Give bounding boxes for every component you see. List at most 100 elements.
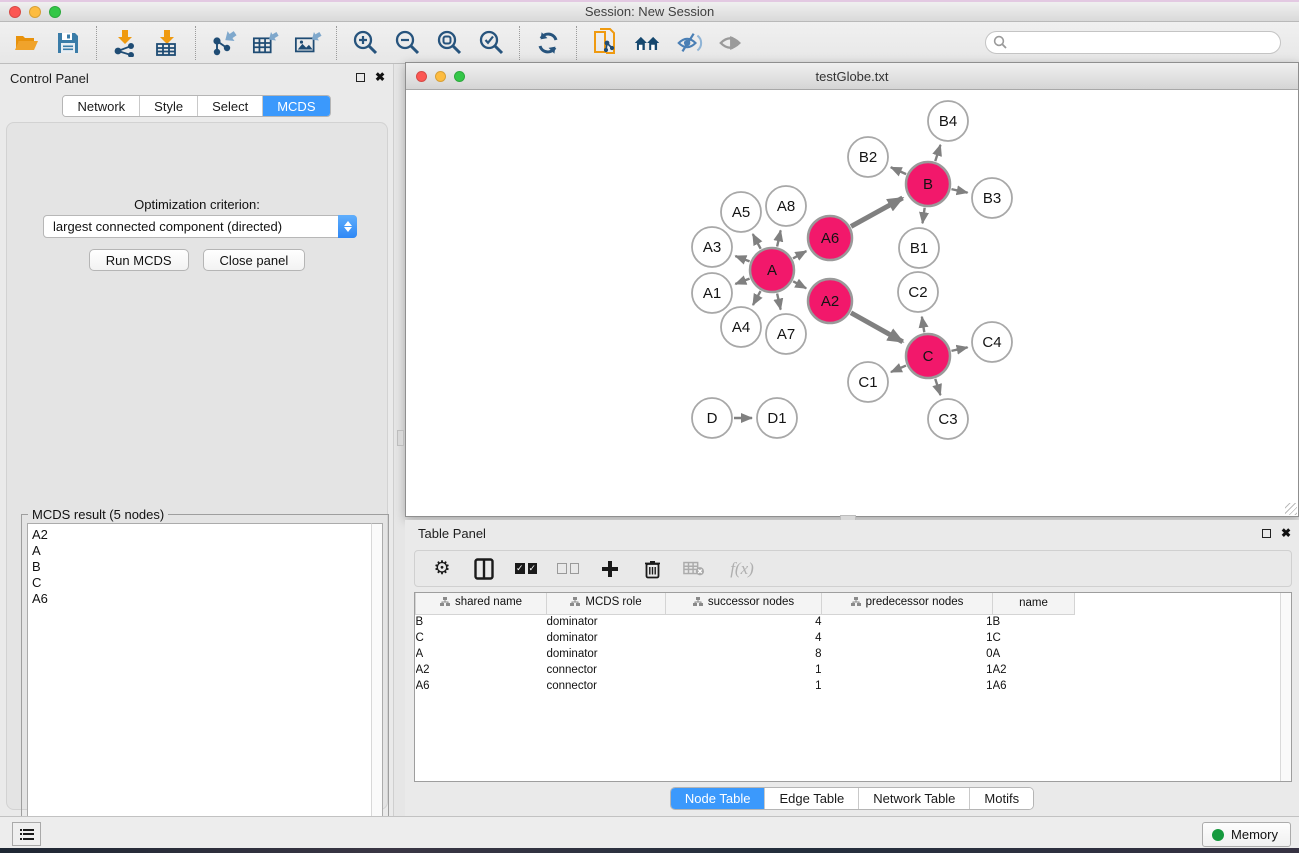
export-image-icon[interactable] [294,29,322,57]
search-input[interactable] [985,31,1281,54]
close-panel-icon[interactable]: ✖ [375,71,385,83]
table-scrollbar[interactable] [1280,593,1291,781]
graph-node-A2[interactable]: A2 [808,279,852,323]
mcds-result-list[interactable]: A2ABCA6 [27,523,373,851]
delete-column-trash-icon[interactable] [641,557,663,581]
graph-node-B3[interactable]: B3 [972,178,1012,218]
graph-node-A5[interactable]: A5 [721,192,761,232]
select-all-columns-icon[interactable]: ✓✓ [515,557,537,581]
float-panel-icon[interactable] [1262,529,1271,538]
close-panel-button[interactable]: Close panel [203,249,306,271]
column-header-mcds-role[interactable]: MCDS role [547,593,666,614]
table-cell[interactable]: C [993,630,1075,646]
show-columns-icon[interactable] [473,557,495,581]
graph-node-B2[interactable]: B2 [848,137,888,177]
table-cell[interactable]: A2 [416,662,547,678]
graph-edge-A-A7[interactable] [777,293,781,309]
graph-node-A1[interactable]: A1 [692,273,732,313]
graph-node-D1[interactable]: D1 [757,398,797,438]
zoom-fit-icon[interactable] [435,29,463,57]
table-settings-gear-icon[interactable]: ⚙ [431,557,453,581]
graph-edge-B-B3[interactable] [951,189,967,193]
graph-node-A6[interactable]: A6 [808,216,852,260]
graph-edge-B-B2[interactable] [891,167,906,174]
graph-edge-A-A4[interactable] [753,291,761,305]
graph-edge-C-C1[interactable] [891,366,906,373]
graph-edge-A-A5[interactable] [753,234,761,249]
graph-edge-A-A1[interactable] [735,279,749,284]
zoom-selected-icon[interactable] [477,29,505,57]
graph-edge-A2-C[interactable] [851,313,903,342]
graph-node-C[interactable]: C [906,334,950,378]
graph-edge-B-B1[interactable] [922,208,924,223]
table-row[interactable]: A6connector11A6 [416,678,1075,694]
table-cell[interactable]: 8 [666,646,822,662]
tab-mcds[interactable]: MCDS [262,96,329,116]
column-header-successor-nodes[interactable]: successor nodes [666,593,822,614]
open-session-icon[interactable] [12,29,40,57]
table-cell[interactable]: A6 [416,678,547,694]
show-all-icon[interactable] [717,29,745,57]
table-row[interactable]: Bdominator41B [416,614,1075,630]
pane-divider-vertical[interactable] [397,430,404,446]
table-row[interactable]: A2connector11A2 [416,662,1075,678]
column-header-name[interactable]: name [993,593,1075,614]
float-panel-icon[interactable] [356,73,365,82]
table-cell[interactable]: C [416,630,547,646]
close-panel-icon[interactable]: ✖ [1281,527,1291,539]
table-cell[interactable]: A [416,646,547,662]
criterion-dropdown[interactable]: largest connected component (directed) [43,215,357,238]
graph-node-A3[interactable]: A3 [692,227,732,267]
unselect-all-columns-icon[interactable] [557,557,579,581]
tab-motifs[interactable]: Motifs [969,788,1033,809]
import-network-icon[interactable] [111,29,139,57]
graph-edge-B-B4[interactable] [935,145,940,161]
table-cell[interactable]: 4 [666,614,822,630]
table-cell[interactable]: B [416,614,547,630]
window-resize-grip[interactable] [1285,503,1297,515]
graph-node-B4[interactable]: B4 [928,101,968,141]
mcds-result-scrollbar[interactable] [371,523,383,851]
import-table-icon[interactable] [153,29,181,57]
table-cell[interactable]: 4 [666,630,822,646]
table-cell[interactable]: connector [547,678,666,694]
network-window-titlebar[interactable]: testGlobe.txt [406,63,1298,90]
mcds-result-item[interactable]: A [32,543,372,559]
graph-node-C2[interactable]: C2 [898,272,938,312]
tab-network-table[interactable]: Network Table [858,788,969,809]
close-window-button[interactable] [9,6,21,18]
minimize-window-button[interactable] [29,6,41,18]
network-zoom-button[interactable] [454,71,465,82]
graph-node-A4[interactable]: A4 [721,307,761,347]
table-cell[interactable]: 1 [666,678,822,694]
graph-node-D[interactable]: D [692,398,732,438]
table-cell[interactable]: dominator [547,614,666,630]
tab-style[interactable]: Style [139,96,197,116]
network-close-button[interactable] [416,71,427,82]
tab-select[interactable]: Select [197,96,262,116]
table-cell[interactable]: 1 [822,678,993,694]
task-history-button[interactable] [12,822,41,846]
graph-node-A7[interactable]: A7 [766,314,806,354]
hide-selected-icon[interactable] [675,29,703,57]
create-column-plus-icon[interactable] [599,557,621,581]
tab-node-table[interactable]: Node Table [671,788,765,809]
graph-edge-A-A2[interactable] [793,281,806,288]
graph-node-C4[interactable]: C4 [972,322,1012,362]
tab-edge-table[interactable]: Edge Table [764,788,858,809]
table-cell[interactable]: B [993,614,1075,630]
graph-edge-A6-B[interactable] [851,198,903,226]
clone-network-icon[interactable] [591,29,619,57]
network-canvas[interactable]: AA1A2A3A4A5A6A7A8BB1B2B3B4CC1C2C3C4DD1 [407,91,1297,516]
mcds-result-item[interactable]: A2 [32,527,372,543]
graph-node-A[interactable]: A [750,248,794,292]
tab-network[interactable]: Network [63,96,139,116]
table-row[interactable]: Cdominator41C [416,630,1075,646]
zoom-out-icon[interactable] [393,29,421,57]
graph-node-C1[interactable]: C1 [848,362,888,402]
run-mcds-button[interactable]: Run MCDS [89,249,189,271]
table-cell[interactable]: A6 [993,678,1075,694]
table-cell[interactable]: dominator [547,646,666,662]
table-cell[interactable]: A [993,646,1075,662]
graph-edge-A-A8[interactable] [777,230,781,246]
